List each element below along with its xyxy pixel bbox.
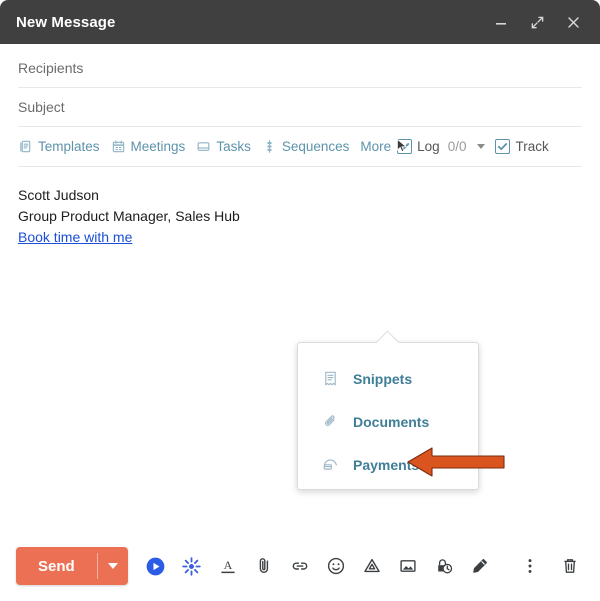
- message-body[interactable]: Scott Judson Group Product Manager, Sale…: [0, 167, 600, 531]
- tasks-icon: [196, 139, 211, 154]
- more-options-icon[interactable]: [518, 554, 542, 578]
- toolbar-item-tasks[interactable]: Tasks: [196, 139, 251, 154]
- expand-icon[interactable]: [524, 9, 550, 35]
- payment-card-icon: [322, 456, 339, 473]
- compose-window: New Message Recipients Subject Templates…: [0, 0, 600, 601]
- window-title: New Message: [16, 13, 116, 31]
- menu-item-snippets[interactable]: Snippets: [298, 357, 478, 400]
- confidential-mode-icon[interactable]: [432, 554, 456, 578]
- insert-link-icon[interactable]: [288, 554, 312, 578]
- toolbar-item-sequences[interactable]: Sequences: [262, 139, 350, 154]
- sprocket-icon[interactable]: [180, 554, 204, 578]
- toolbar-label-sequences: Sequences: [281, 139, 350, 154]
- compose-tools: A: [144, 554, 492, 578]
- subject-placeholder: Subject: [18, 99, 65, 115]
- compose-right-tools: [518, 554, 582, 578]
- recipients-placeholder: Recipients: [18, 60, 84, 76]
- send-options-button[interactable]: [98, 547, 128, 585]
- window-titlebar: New Message: [0, 0, 600, 44]
- send-button-group[interactable]: Send: [16, 547, 128, 585]
- subject-field[interactable]: Subject: [18, 88, 582, 127]
- minimize-icon[interactable]: [488, 9, 514, 35]
- annotation-arrow-icon: [405, 443, 505, 481]
- mouse-cursor-icon: [397, 138, 408, 153]
- signature-booking-link[interactable]: Book time with me: [18, 227, 132, 248]
- log-dropdown-caret-icon[interactable]: [477, 144, 486, 149]
- window-controls: [488, 9, 586, 35]
- toolbar-item-templates[interactable]: Templates: [18, 139, 100, 154]
- toolbar-label-templates: Templates: [38, 139, 100, 154]
- toolbar-item-meetings[interactable]: Meetings: [111, 139, 186, 154]
- signature-name: Scott Judson: [18, 187, 99, 203]
- toolbar-label-more: More: [360, 139, 392, 154]
- calendar-icon: [111, 139, 126, 154]
- drive-icon[interactable]: [360, 554, 384, 578]
- templates-icon: [18, 139, 33, 154]
- recipients-field[interactable]: Recipients: [18, 49, 582, 88]
- snippet-document-icon: [322, 370, 339, 387]
- toolbar-label-meetings: Meetings: [130, 139, 186, 154]
- toolbar-item-more[interactable]: More: [360, 139, 391, 154]
- compose-bottom-toolbar: Send A: [0, 531, 600, 601]
- emoji-icon[interactable]: [324, 554, 348, 578]
- caret-down-icon: [107, 563, 118, 569]
- track-checkbox[interactable]: [495, 139, 511, 154]
- discard-trash-icon[interactable]: [558, 554, 582, 578]
- signature-title: Group Product Manager, Sales Hub: [18, 208, 240, 224]
- insert-photo-icon[interactable]: [396, 554, 420, 578]
- svg-text:A: A: [223, 558, 232, 572]
- signature-pen-icon[interactable]: [468, 554, 492, 578]
- attach-paperclip-icon[interactable]: [252, 554, 276, 578]
- video-play-icon[interactable]: [144, 554, 168, 578]
- log-count: 0/0: [447, 139, 467, 154]
- send-button[interactable]: Send: [16, 547, 97, 585]
- log-checkbox-group[interactable]: Log 0/0: [397, 139, 486, 154]
- menu-notch: [375, 330, 400, 355]
- menu-label-documents: Documents: [353, 413, 430, 430]
- paperclip-icon: [322, 413, 339, 430]
- close-icon[interactable]: [560, 9, 586, 35]
- menu-item-documents[interactable]: Documents: [298, 400, 478, 443]
- toolbar-label-tasks: Tasks: [216, 139, 251, 154]
- menu-label-snippets: Snippets: [353, 370, 413, 387]
- track-label: Track: [515, 139, 549, 154]
- log-label: Log: [417, 139, 440, 154]
- format-text-icon[interactable]: A: [216, 554, 240, 578]
- hubspot-toolbar: Templates Meetings Tasks Sequences More …: [18, 127, 582, 167]
- sequences-icon: [262, 139, 277, 154]
- track-checkbox-group[interactable]: Track: [495, 139, 549, 154]
